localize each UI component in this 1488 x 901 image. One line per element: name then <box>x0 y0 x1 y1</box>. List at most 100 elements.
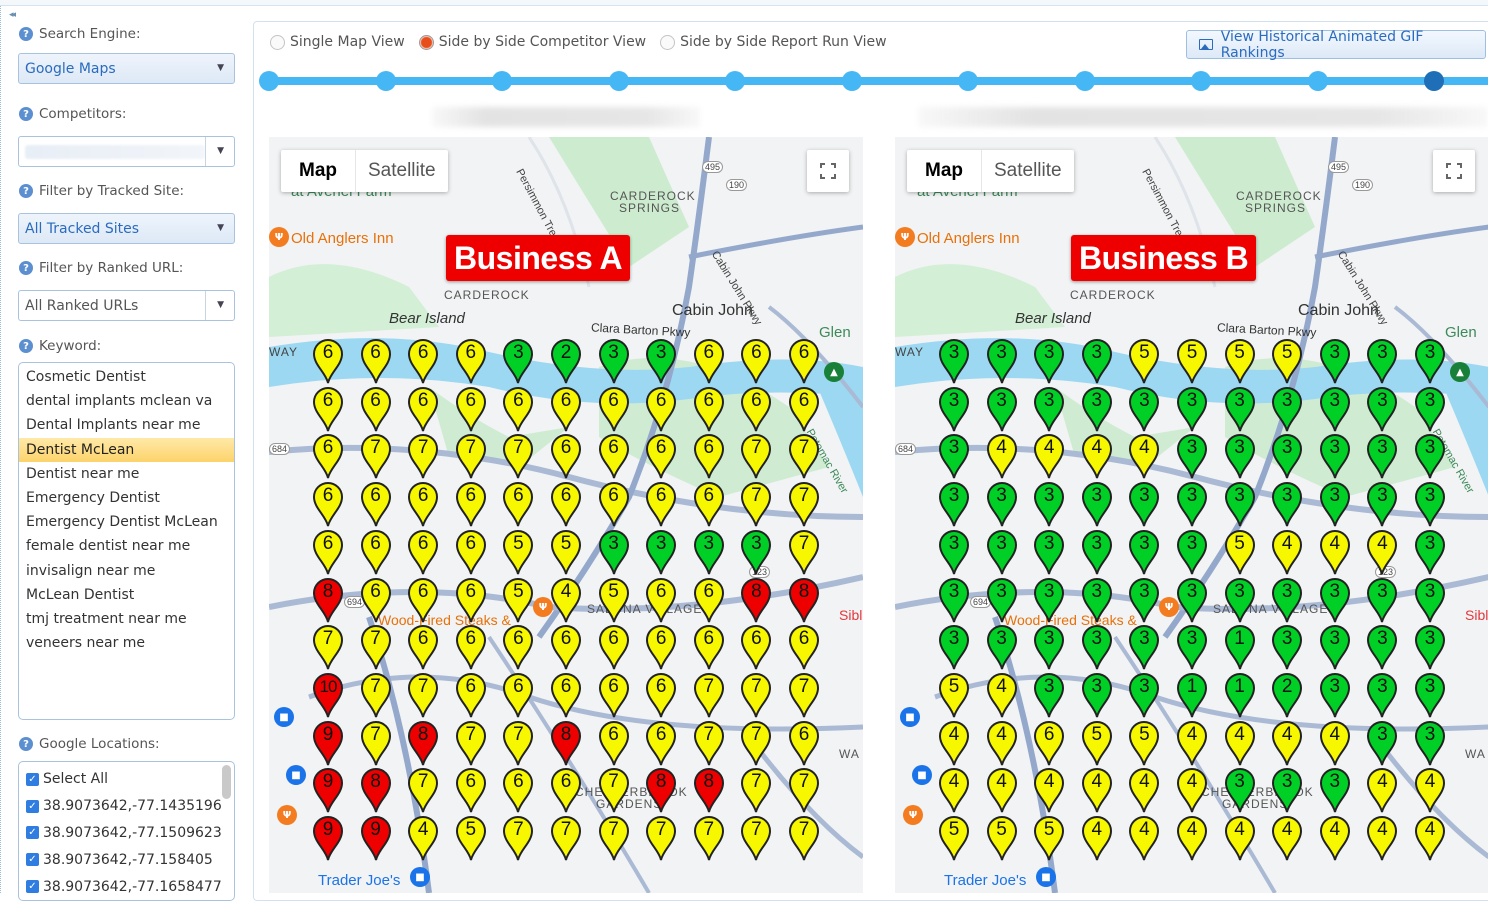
rank-pin[interactable]: 6 <box>549 385 583 433</box>
rank-pin[interactable]: 4 <box>1223 814 1257 862</box>
map-view-button[interactable]: Map <box>907 150 982 192</box>
rank-pin[interactable]: 7 <box>692 719 726 767</box>
rank-pin[interactable]: 4 <box>985 719 1019 767</box>
rank-pin[interactable]: 4 <box>1127 766 1161 814</box>
rank-pin[interactable]: 6 <box>501 480 535 528</box>
search-engine-select[interactable]: Google Maps ▼ <box>18 53 235 84</box>
rank-pin[interactable]: 3 <box>1080 671 1114 719</box>
rank-pin[interactable]: 6 <box>597 432 631 480</box>
rank-pin[interactable]: 3 <box>1223 766 1257 814</box>
rank-pin[interactable]: 3 <box>1318 576 1352 624</box>
rank-pin[interactable]: 10 <box>311 671 345 719</box>
rank-pin[interactable]: 3 <box>1032 623 1066 671</box>
rank-pin[interactable]: 3 <box>1175 385 1209 433</box>
rank-pin[interactable]: 4 <box>1365 528 1399 576</box>
rank-pin[interactable]: 4 <box>1032 766 1066 814</box>
checkbox[interactable]: ✓ <box>26 799 39 813</box>
rank-pin[interactable]: 5 <box>597 576 631 624</box>
shopping-cart-icon[interactable]: ■ <box>410 867 430 887</box>
rank-pin[interactable]: 3 <box>1080 385 1114 433</box>
view-gif-rankings-button[interactable]: View Historical Animated GIF Rankings <box>1186 29 1486 61</box>
rank-pin[interactable]: 3 <box>1270 432 1304 480</box>
rank-pin[interactable]: 6 <box>692 385 726 433</box>
rank-pin[interactable]: 6 <box>359 385 393 433</box>
rank-pin[interactable]: 3 <box>1365 719 1399 767</box>
rank-pin[interactable]: 3 <box>1318 766 1352 814</box>
rank-pin[interactable]: 3 <box>1365 337 1399 385</box>
rank-pin[interactable]: 3 <box>1032 385 1066 433</box>
rank-pin[interactable]: 6 <box>359 480 393 528</box>
ranked-url-select[interactable]: All Ranked URLs ▼ <box>18 290 235 321</box>
rank-pin[interactable]: 7 <box>787 432 821 480</box>
rank-pin[interactable]: 6 <box>454 528 488 576</box>
rank-pin[interactable]: 3 <box>739 528 773 576</box>
rank-pin[interactable]: 6 <box>454 337 488 385</box>
restaurant-icon[interactable]: Ψ <box>903 805 923 825</box>
rank-pin[interactable]: 5 <box>1270 337 1304 385</box>
rank-pin[interactable]: 3 <box>1223 480 1257 528</box>
rank-pin[interactable]: 3 <box>692 528 726 576</box>
rank-pin[interactable]: 3 <box>937 623 971 671</box>
rank-pin[interactable]: 8 <box>549 719 583 767</box>
rank-pin[interactable]: 7 <box>739 814 773 862</box>
rank-pin[interactable]: 7 <box>644 814 678 862</box>
rank-pin[interactable]: 3 <box>1413 528 1447 576</box>
rank-pin[interactable]: 4 <box>1080 432 1114 480</box>
rank-pin[interactable]: 2 <box>1270 671 1304 719</box>
help-icon[interactable]: ? <box>19 339 33 353</box>
rank-pin[interactable]: 6 <box>597 480 631 528</box>
tracked-site-select[interactable]: All Tracked Sites ▼ <box>18 213 235 244</box>
rank-pin[interactable]: 3 <box>1318 337 1352 385</box>
rank-pin[interactable]: 3 <box>1318 385 1352 433</box>
rank-pin[interactable]: 3 <box>937 528 971 576</box>
rank-pin[interactable]: 6 <box>692 432 726 480</box>
rank-pin[interactable]: 6 <box>692 480 726 528</box>
rank-pin[interactable]: 7 <box>359 719 393 767</box>
rank-pin[interactable]: 3 <box>1413 337 1447 385</box>
rank-pin[interactable]: 6 <box>406 337 440 385</box>
rank-pin[interactable]: 3 <box>1223 432 1257 480</box>
view-radio-single-map-view[interactable]: Single Map View <box>270 34 405 50</box>
rank-pin[interactable]: 3 <box>1318 671 1352 719</box>
rank-pin[interactable]: 3 <box>1413 576 1447 624</box>
rank-pin[interactable]: 4 <box>1223 719 1257 767</box>
rank-pin[interactable]: 4 <box>985 432 1019 480</box>
rank-pin[interactable]: 6 <box>644 719 678 767</box>
rank-pin[interactable]: 8 <box>644 766 678 814</box>
rank-pin[interactable]: 6 <box>501 385 535 433</box>
rank-pin[interactable]: 3 <box>1413 480 1447 528</box>
help-icon[interactable]: ? <box>19 107 33 121</box>
rank-pin[interactable]: 5 <box>1175 337 1209 385</box>
rank-pin[interactable]: 3 <box>1175 576 1209 624</box>
rank-pin[interactable]: 3 <box>1413 432 1447 480</box>
rank-pin[interactable]: 6 <box>406 480 440 528</box>
rank-pin[interactable]: 6 <box>692 337 726 385</box>
business-a-map[interactable]: at Avenel FarmCARDEROCKSPRINGSOld Angler… <box>269 137 863 893</box>
timeline-node[interactable] <box>841 71 862 91</box>
park-icon[interactable]: ▲ <box>1450 362 1470 382</box>
rank-pin[interactable]: 3 <box>985 528 1019 576</box>
checkbox[interactable]: ✓ <box>26 853 39 867</box>
rank-pin[interactable]: 4 <box>1413 766 1447 814</box>
help-icon[interactable]: ? <box>19 184 33 198</box>
shopping-icon[interactable]: ■ <box>274 707 294 727</box>
rank-pin[interactable]: 6 <box>454 576 488 624</box>
rank-pin[interactable]: 3 <box>1127 385 1161 433</box>
rank-pin[interactable]: 6 <box>644 480 678 528</box>
report-run-timeline[interactable] <box>259 71 1488 91</box>
rank-pin[interactable]: 7 <box>311 623 345 671</box>
rank-pin[interactable]: 5 <box>501 528 535 576</box>
rank-pin[interactable]: 6 <box>311 385 345 433</box>
rank-pin[interactable]: 5 <box>985 814 1019 862</box>
rank-pin[interactable]: 7 <box>787 480 821 528</box>
rank-pin[interactable]: 3 <box>1032 576 1066 624</box>
rank-pin[interactable]: 3 <box>1365 576 1399 624</box>
rank-pin[interactable]: 5 <box>1223 337 1257 385</box>
rank-pin[interactable]: 5 <box>1223 528 1257 576</box>
rank-pin[interactable]: 6 <box>787 623 821 671</box>
location-option[interactable]: ✓ 38.9073642,-77.1435196 <box>19 793 234 820</box>
rank-pin[interactable]: 4 <box>937 719 971 767</box>
rank-pin[interactable]: 3 <box>1318 623 1352 671</box>
rank-pin[interactable]: 3 <box>1032 480 1066 528</box>
radio-button[interactable] <box>270 34 285 50</box>
